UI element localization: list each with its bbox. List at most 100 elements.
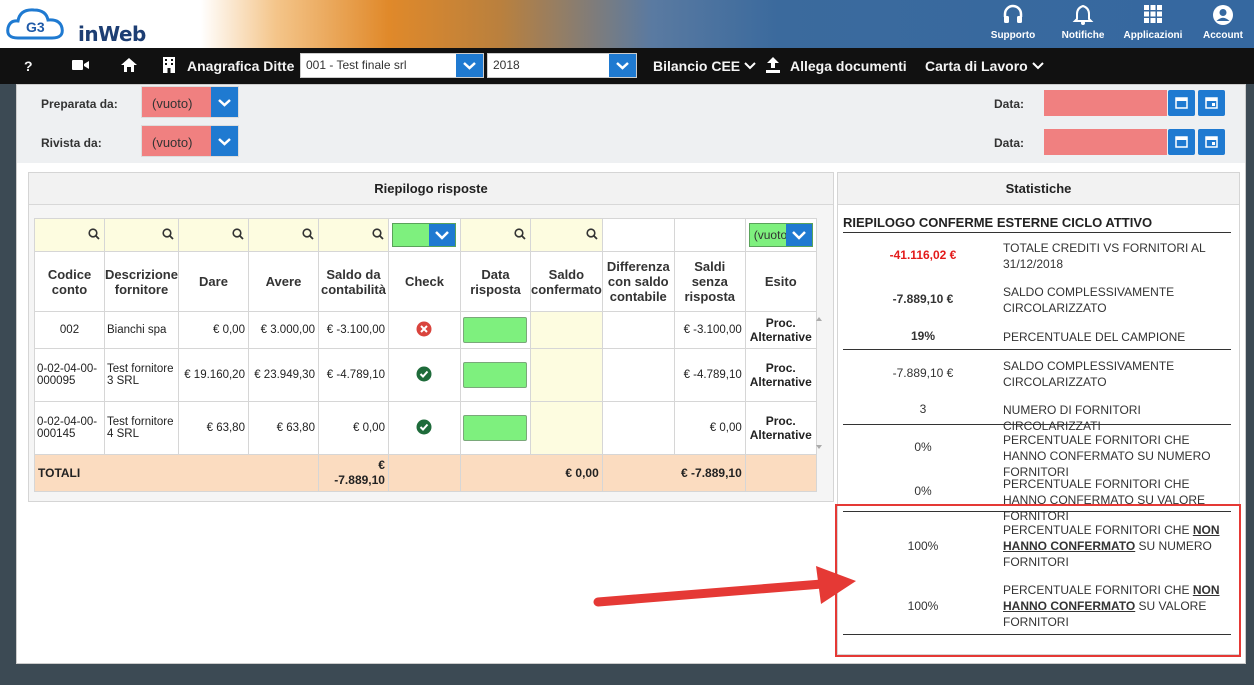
column-header[interactable]: Dare: [177, 251, 249, 312]
stat-row: -41.116,02 € TOTALE CREDITI VS FORNITORI…: [843, 240, 1231, 274]
stat-value: -7.889,10 €: [892, 292, 954, 306]
help-button[interactable]: ?: [24, 48, 33, 84]
calendar-icon[interactable]: [1168, 129, 1195, 155]
search-icon[interactable]: [531, 227, 602, 243]
search-icon[interactable]: [319, 227, 388, 243]
saldo-confermato-cell[interactable]: [529, 348, 603, 402]
column-header[interactable]: Data risposta: [459, 251, 531, 312]
nav-account[interactable]: Account: [1188, 0, 1254, 48]
chevron-down-icon[interactable]: [211, 126, 238, 156]
totals-empty: [744, 454, 817, 492]
nav-label: Account: [1203, 30, 1243, 41]
filter-cell[interactable]: [529, 218, 603, 252]
calendar-today-icon[interactable]: [1198, 90, 1225, 116]
rivista-select[interactable]: (vuoto): [141, 125, 239, 157]
chevron-down-icon[interactable]: [211, 87, 238, 117]
chevron-down-icon: [744, 62, 756, 70]
column-header[interactable]: Avere: [247, 251, 319, 312]
data-risposta-cell: [459, 401, 531, 455]
user-icon: [1188, 0, 1254, 30]
dare-cell: € 63,80: [177, 401, 249, 455]
riepilogo-panel: Riepilogo risposte (vuoto) Codice conto …: [28, 172, 834, 502]
home-icon[interactable]: [120, 56, 138, 77]
stat-desc: SALDO COMPLESSIVAMENTE CIRCOLARIZZATO: [1003, 285, 1175, 315]
nav-label: Supporto: [990, 30, 1036, 41]
saldo-confermato-cell[interactable]: [529, 311, 603, 349]
column-header[interactable]: Differenza con saldo contabile: [601, 251, 675, 312]
search-icon[interactable]: [249, 227, 318, 243]
stat-desc: TOTALE CREDITI VS FORNITORI AL 31/12/201…: [1003, 241, 1206, 271]
esito-filter-select[interactable]: (vuoto): [748, 223, 813, 247]
video-icon[interactable]: [72, 56, 90, 77]
year-select-value: 2018: [493, 58, 520, 72]
esito-filter-cell: (vuoto): [744, 218, 817, 252]
nav-supporto[interactable]: Supporto: [978, 0, 1048, 48]
stat-desc: SALDO COMPLESSIVAMENTE CIRCOLARIZZATO: [1003, 359, 1175, 389]
red-arrow-icon: [593, 566, 856, 607]
saldo-cell: € -3.100,00: [317, 311, 389, 349]
nav-notifiche[interactable]: Notifiche: [1048, 0, 1118, 48]
search-icon[interactable]: [35, 227, 104, 243]
data-label-2: Data:: [994, 136, 1025, 150]
column-header[interactable]: Saldo confermato: [529, 251, 603, 312]
codice-cell: 002: [34, 311, 105, 349]
stat-desc: NUMERO DI FORNITORI CIRCOLARIZZATI: [1003, 403, 1141, 433]
search-icon[interactable]: [461, 227, 530, 243]
avere-cell: € 3.000,00: [247, 311, 319, 349]
table-row[interactable]: 0-02-04-00-000095 Test fornitore 3 SRL €…: [34, 348, 817, 402]
check-filter-select[interactable]: [392, 223, 457, 247]
stat-value: 0%: [914, 440, 932, 454]
company-select[interactable]: 001 - Test finale srl: [300, 53, 484, 78]
column-header[interactable]: Check: [387, 251, 461, 312]
filter-cell-empty: [601, 218, 675, 252]
rivista-value: (vuoto): [152, 135, 193, 150]
table-row[interactable]: 002 Bianchi spa € 0,00 € 3.000,00 € -3.1…: [34, 311, 817, 349]
table-scrollbar[interactable]: [814, 313, 824, 453]
table-row[interactable]: 0-02-04-00-000145 Test fornitore 4 SRL €…: [34, 401, 817, 455]
column-header[interactable]: Descrizione fornitore: [104, 251, 179, 312]
data-input-2[interactable]: [1044, 129, 1167, 155]
carta-di-lavoro-menu[interactable]: Carta di Lavoro: [925, 48, 1044, 84]
allega-documenti-button[interactable]: Allega documenti: [790, 48, 907, 84]
totals-saldo-currency: €: [378, 458, 385, 472]
filter-cell[interactable]: [104, 218, 179, 252]
data-risposta-cell: [459, 311, 531, 349]
codice-cell: 0-02-04-00-000095: [34, 348, 105, 402]
column-header[interactable]: Saldi senza risposta: [673, 251, 746, 312]
stat-row: 0% PERCENTUALE FORNITORI CHE HANNO CONFE…: [843, 432, 1231, 479]
chevron-down-icon[interactable]: [456, 54, 483, 77]
column-header[interactable]: Esito: [744, 251, 817, 312]
chevron-down-icon[interactable]: [785, 224, 812, 246]
data-risposta-input[interactable]: [463, 317, 528, 343]
calendar-icon[interactable]: [1168, 90, 1195, 116]
totals-saldo: € -7.889,10: [317, 454, 389, 492]
column-header[interactable]: Saldo da contabilità: [317, 251, 389, 312]
data-risposta-input[interactable]: [463, 415, 528, 441]
calendar-today-icon[interactable]: [1198, 129, 1225, 155]
search-icon[interactable]: [179, 227, 248, 243]
data-input-1[interactable]: [1044, 90, 1167, 116]
preparata-select[interactable]: (vuoto): [141, 86, 239, 118]
year-select[interactable]: 2018: [487, 53, 637, 78]
chevron-down-icon[interactable]: [609, 54, 636, 77]
chevron-down-icon[interactable]: [429, 224, 456, 246]
filter-cell[interactable]: [459, 218, 531, 252]
filter-cell[interactable]: [34, 218, 105, 252]
filter-cell-empty: [673, 218, 746, 252]
check-filter-cell: [387, 218, 461, 252]
stat-value: 19%: [910, 329, 936, 343]
error-icon: [416, 321, 432, 336]
column-header[interactable]: Codice conto: [34, 251, 105, 312]
stat-row: 19% PERCENTUALE DEL CAMPIONE: [843, 329, 1231, 347]
filter-cell[interactable]: [317, 218, 389, 252]
saldo-senza-cell: € -4.789,10: [673, 348, 746, 402]
bilancio-cee-menu[interactable]: Bilancio CEE: [653, 48, 756, 84]
data-risposta-input[interactable]: [463, 362, 528, 388]
esito-cell: Proc. Alternative: [744, 401, 817, 455]
saldo-confermato-cell[interactable]: [529, 401, 603, 455]
filter-cell[interactable]: [177, 218, 249, 252]
search-icon[interactable]: [105, 227, 178, 243]
filter-cell[interactable]: [247, 218, 319, 252]
nav-applicazioni[interactable]: Applicazioni: [1118, 0, 1188, 48]
differenza-cell: [601, 311, 675, 349]
